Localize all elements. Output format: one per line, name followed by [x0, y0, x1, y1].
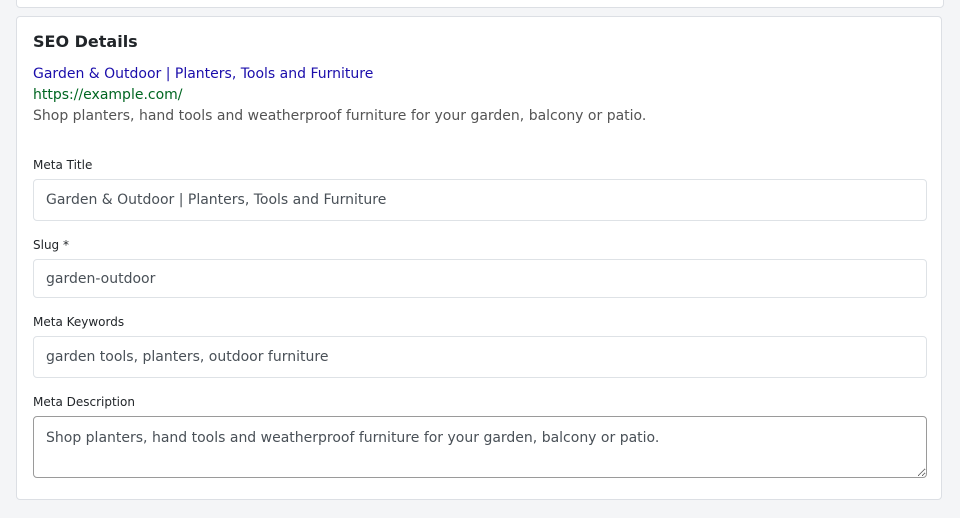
- meta-title-input[interactable]: [33, 179, 927, 221]
- meta-description-textarea[interactable]: Shop planters, hand tools and weatherpro…: [33, 416, 927, 478]
- meta-keywords-input[interactable]: [33, 336, 927, 378]
- meta-description-label: Meta Description: [33, 395, 135, 409]
- slug-label: Slug *: [33, 238, 69, 252]
- meta-title-label: Meta Title: [33, 158, 93, 172]
- previous-card: [16, 0, 944, 8]
- preview-title-link[interactable]: Garden & Outdoor | Planters, Tools and F…: [33, 66, 373, 82]
- slug-input[interactable]: [33, 259, 927, 298]
- preview-description: Shop planters, hand tools and weatherpro…: [33, 108, 647, 124]
- meta-keywords-label: Meta Keywords: [33, 315, 125, 329]
- preview-url: https://example.com/: [33, 87, 183, 103]
- card-title: SEO Details: [33, 32, 138, 51]
- seo-details-card: SEO Details Garden & Outdoor | Planters,…: [16, 16, 942, 500]
